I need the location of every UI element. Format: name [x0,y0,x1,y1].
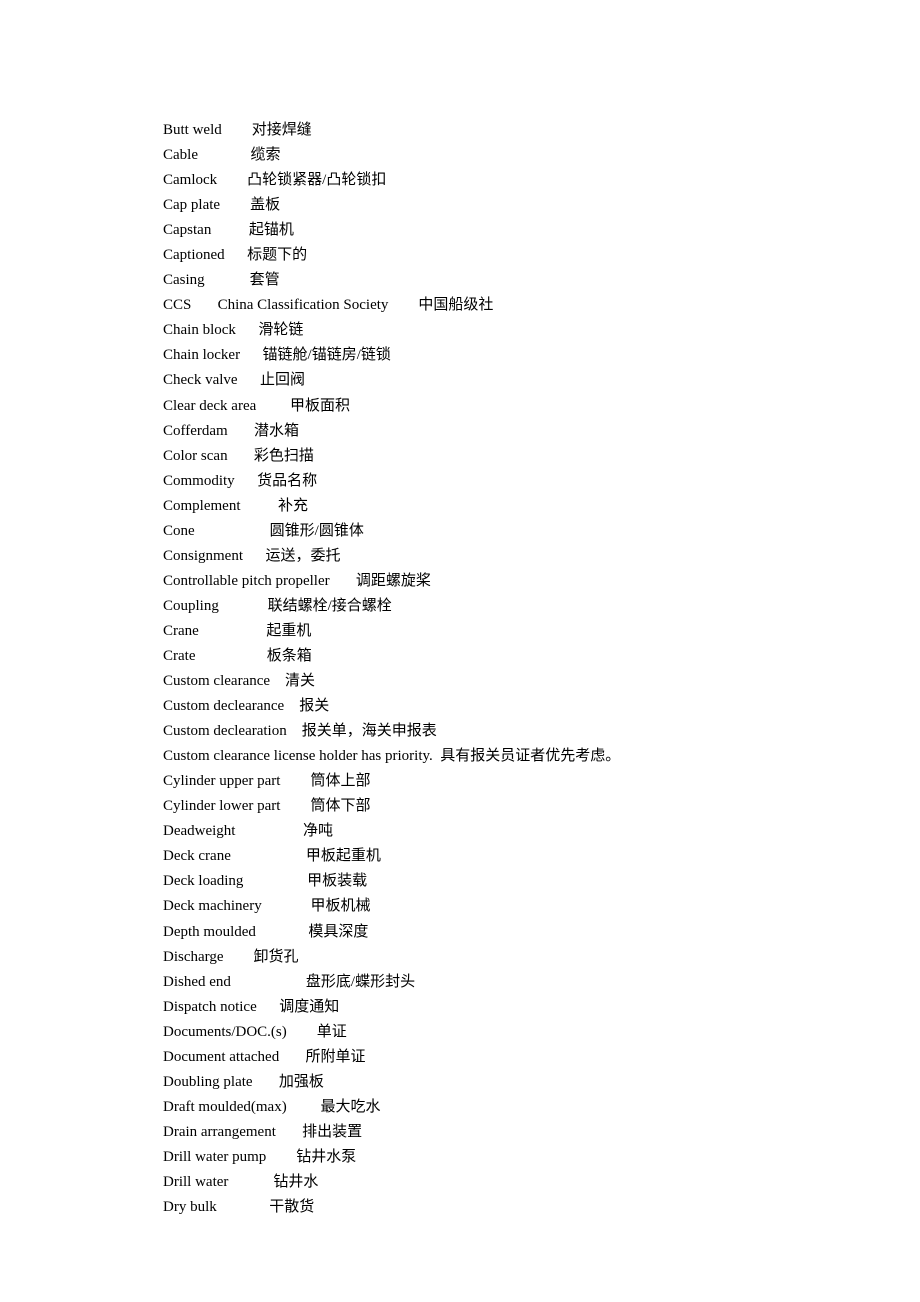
glossary-entry: Draft moulded(max) 最大吃水 [163,1095,760,1120]
glossary-entry: CCS China Classification Society 中国船级社 [163,293,760,318]
glossary-entry: Casing 套管 [163,268,760,293]
glossary-entry: Dispatch notice 调度通知 [163,995,760,1020]
glossary-entry: Dished end 盘形底/蝶形封头 [163,970,760,995]
glossary-entry: Camlock 凸轮锁紧器/凸轮锁扣 [163,168,760,193]
glossary-entry: Documents/DOC.(s) 单证 [163,1020,760,1045]
glossary-entry: Cap plate 盖板 [163,193,760,218]
glossary-entry: Drain arrangement 排出装置 [163,1120,760,1145]
glossary-entry: Drill water pump 钻井水泵 [163,1145,760,1170]
glossary-entry: Butt weld 对接焊缝 [163,118,760,143]
glossary-entry: Drill water 钻井水 [163,1170,760,1195]
glossary-entry: Crane 起重机 [163,619,760,644]
glossary-list: Butt weld 对接焊缝Cable 缆索Camlock 凸轮锁紧器/凸轮锁扣… [163,118,760,1220]
glossary-entry: Consignment 运送，委托 [163,544,760,569]
glossary-entry: Deck loading 甲板装载 [163,869,760,894]
glossary-entry: Check valve 止回阀 [163,368,760,393]
glossary-entry: Color scan 彩色扫描 [163,444,760,469]
glossary-entry: Deck machinery 甲板机械 [163,894,760,919]
glossary-entry: Commodity 货品名称 [163,469,760,494]
glossary-entry: Custom clearance 清关 [163,669,760,694]
glossary-entry: Crate 板条箱 [163,644,760,669]
glossary-entry: Custom clearance license holder has prio… [163,744,760,769]
glossary-entry: Cylinder lower part 筒体下部 [163,794,760,819]
glossary-entry: Custom declearance 报关 [163,694,760,719]
glossary-entry: Cylinder upper part 筒体上部 [163,769,760,794]
glossary-entry: Custom declearation 报关单，海关申报表 [163,719,760,744]
glossary-entry: Document attached 所附单证 [163,1045,760,1070]
glossary-entry: Cone 圆锥形/圆锥体 [163,519,760,544]
glossary-entry: Depth moulded 模具深度 [163,920,760,945]
glossary-entry: Cofferdam 潜水箱 [163,419,760,444]
glossary-entry: Chain block 滑轮链 [163,318,760,343]
glossary-entry: Deck crane 甲板起重机 [163,844,760,869]
glossary-entry: Chain locker 锚链舱/锚链房/链锁 [163,343,760,368]
glossary-entry: Deadweight 净吨 [163,819,760,844]
glossary-entry: Clear deck area 甲板面积 [163,394,760,419]
glossary-entry: Captioned 标题下的 [163,243,760,268]
document-page: Butt weld 对接焊缝Cable 缆索Camlock 凸轮锁紧器/凸轮锁扣… [0,0,920,1280]
glossary-entry: Cable 缆索 [163,143,760,168]
glossary-entry: Controllable pitch propeller 调距螺旋桨 [163,569,760,594]
glossary-entry: Discharge 卸货孔 [163,945,760,970]
glossary-entry: Capstan 起锚机 [163,218,760,243]
glossary-entry: Dry bulk 干散货 [163,1195,760,1220]
glossary-entry: Complement 补充 [163,494,760,519]
glossary-entry: Coupling 联结螺栓/接合螺栓 [163,594,760,619]
glossary-entry: Doubling plate 加强板 [163,1070,760,1095]
